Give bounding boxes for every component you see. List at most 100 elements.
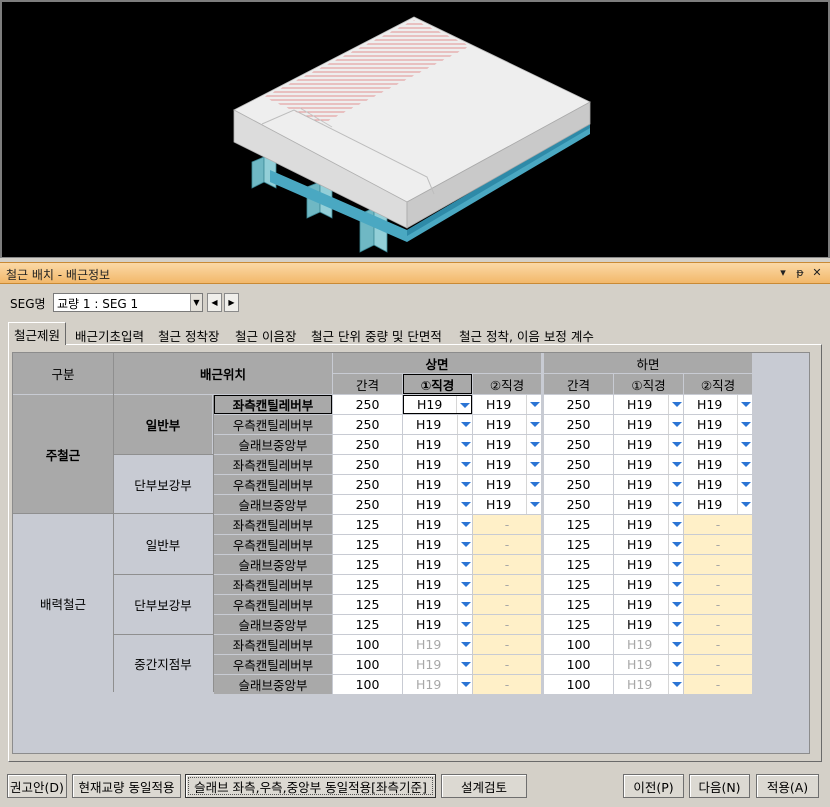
- diameter-select[interactable]: H19: [403, 535, 472, 554]
- diameter-select[interactable]: H19: [403, 635, 472, 654]
- spacing-input[interactable]: 125: [544, 535, 613, 554]
- spacing-input[interactable]: 250: [544, 455, 613, 474]
- tab-correction-factor[interactable]: 철근 정착, 이음 보정 계수: [459, 324, 594, 344]
- diameter-select[interactable]: H19: [473, 475, 541, 494]
- chevron-down-icon[interactable]: [457, 415, 472, 434]
- tab-unit-weight[interactable]: 철근 단위 중량 및 단면적: [311, 324, 442, 344]
- spacing-input[interactable]: 250: [544, 415, 613, 434]
- design-check-button[interactable]: 설계검토: [441, 774, 527, 798]
- chevron-down-icon[interactable]: [457, 575, 472, 594]
- chevron-down-icon[interactable]: [737, 395, 752, 414]
- spacing-input[interactable]: 125: [544, 595, 613, 614]
- spacing-input[interactable]: 250: [544, 475, 613, 494]
- chevron-down-icon[interactable]: [457, 635, 472, 654]
- diameter-select[interactable]: H19: [614, 635, 683, 654]
- spacing-input[interactable]: 250: [544, 395, 613, 414]
- chevron-down-icon[interactable]: [457, 595, 472, 614]
- chevron-down-icon[interactable]: [668, 575, 683, 594]
- close-icon[interactable]: ✕: [810, 265, 824, 281]
- spacing-input[interactable]: 125: [333, 595, 402, 614]
- spacing-input[interactable]: 100: [333, 675, 402, 694]
- seg-select[interactable]: 교량 1 : SEG 1 ▼: [53, 293, 203, 312]
- diameter-select[interactable]: H19: [684, 415, 752, 434]
- spacing-input[interactable]: 100: [333, 635, 402, 654]
- seg-next-button[interactable]: ▶: [224, 293, 239, 312]
- diameter-select[interactable]: H19: [684, 455, 752, 474]
- diameter-select[interactable]: H19: [614, 455, 683, 474]
- panel-menu-dropdown-icon[interactable]: ▾: [776, 265, 790, 281]
- diameter-select[interactable]: H19: [614, 575, 683, 594]
- spacing-input[interactable]: 125: [333, 515, 402, 534]
- 3d-viewport[interactable]: [0, 0, 830, 258]
- spacing-input[interactable]: 100: [544, 655, 613, 674]
- chevron-down-icon[interactable]: [526, 415, 541, 434]
- spacing-input[interactable]: 125: [544, 615, 613, 634]
- apply-button[interactable]: 적용(A): [756, 774, 819, 798]
- spacing-input[interactable]: 250: [333, 475, 402, 494]
- diameter-select[interactable]: H19: [403, 495, 472, 514]
- chevron-down-icon[interactable]: [457, 455, 472, 474]
- diameter-select[interactable]: H19: [473, 435, 541, 454]
- diameter-select[interactable]: H19: [614, 435, 683, 454]
- chevron-down-icon[interactable]: [457, 655, 472, 674]
- spacing-input[interactable]: 125: [544, 555, 613, 574]
- chevron-down-icon[interactable]: [737, 475, 752, 494]
- chevron-down-icon[interactable]: [457, 675, 472, 694]
- spacing-input[interactable]: 250: [333, 455, 402, 474]
- pin-icon[interactable]: ᵽ: [793, 265, 807, 281]
- chevron-down-icon[interactable]: [668, 655, 683, 674]
- chevron-down-icon[interactable]: [668, 595, 683, 614]
- tab-anchorage-length[interactable]: 철근 정착장: [158, 324, 219, 344]
- diameter-select[interactable]: H19: [614, 415, 683, 434]
- diameter-select[interactable]: H19: [614, 515, 683, 534]
- chevron-down-icon[interactable]: ▼: [190, 294, 202, 311]
- diameter-select[interactable]: H19: [403, 415, 472, 434]
- chevron-down-icon[interactable]: [737, 415, 752, 434]
- chevron-down-icon[interactable]: [737, 455, 752, 474]
- diameter-select[interactable]: H19: [614, 535, 683, 554]
- diameter-select[interactable]: H19: [684, 395, 752, 414]
- chevron-down-icon[interactable]: [526, 435, 541, 454]
- diameter-select[interactable]: H19: [614, 675, 683, 694]
- diameter-select[interactable]: H19: [403, 575, 472, 594]
- diameter-select[interactable]: H19: [614, 555, 683, 574]
- spacing-input[interactable]: 100: [544, 635, 613, 654]
- diameter-select[interactable]: H19: [614, 475, 683, 494]
- diameter-select[interactable]: H19: [403, 475, 472, 494]
- spacing-input[interactable]: 250: [333, 395, 402, 414]
- diameter-select[interactable]: H19: [684, 475, 752, 494]
- diameter-select[interactable]: H19: [403, 615, 472, 634]
- spacing-input[interactable]: 250: [333, 415, 402, 434]
- diameter-select[interactable]: H19: [473, 395, 541, 414]
- chevron-down-icon[interactable]: [668, 515, 683, 534]
- spacing-input[interactable]: 125: [333, 535, 402, 554]
- diameter-select[interactable]: H19: [614, 595, 683, 614]
- spacing-input[interactable]: 125: [333, 575, 402, 594]
- spacing-input[interactable]: 250: [333, 495, 402, 514]
- chevron-down-icon[interactable]: [526, 475, 541, 494]
- chevron-down-icon[interactable]: [457, 615, 472, 634]
- diameter-select[interactable]: H19: [403, 455, 472, 474]
- chevron-down-icon[interactable]: [668, 535, 683, 554]
- seg-prev-button[interactable]: ◀: [207, 293, 222, 312]
- diameter-select[interactable]: H19: [403, 395, 472, 414]
- apply-slab-same-button[interactable]: 슬래브 좌측,우측,중앙부 동일적용[좌측기준]: [185, 774, 436, 798]
- chevron-down-icon[interactable]: [457, 435, 472, 454]
- diameter-select[interactable]: H19: [403, 555, 472, 574]
- next-button[interactable]: 다음(N): [689, 774, 750, 798]
- spacing-input[interactable]: 125: [544, 515, 613, 534]
- chevron-down-icon[interactable]: [526, 495, 541, 514]
- recommend-button[interactable]: 권고안(D): [7, 774, 67, 798]
- chevron-down-icon[interactable]: [668, 395, 683, 414]
- diameter-select[interactable]: H19: [473, 495, 541, 514]
- chevron-down-icon[interactable]: [457, 475, 472, 494]
- chevron-down-icon[interactable]: [668, 635, 683, 654]
- chevron-down-icon[interactable]: [668, 475, 683, 494]
- spacing-input[interactable]: 100: [544, 675, 613, 694]
- diameter-select[interactable]: H19: [614, 655, 683, 674]
- spacing-input[interactable]: 125: [333, 555, 402, 574]
- chevron-down-icon[interactable]: [526, 395, 541, 414]
- spacing-input[interactable]: 250: [544, 495, 613, 514]
- diameter-select[interactable]: H19: [403, 595, 472, 614]
- apply-same-bridge-button[interactable]: 현재교량 동일적용: [72, 774, 181, 798]
